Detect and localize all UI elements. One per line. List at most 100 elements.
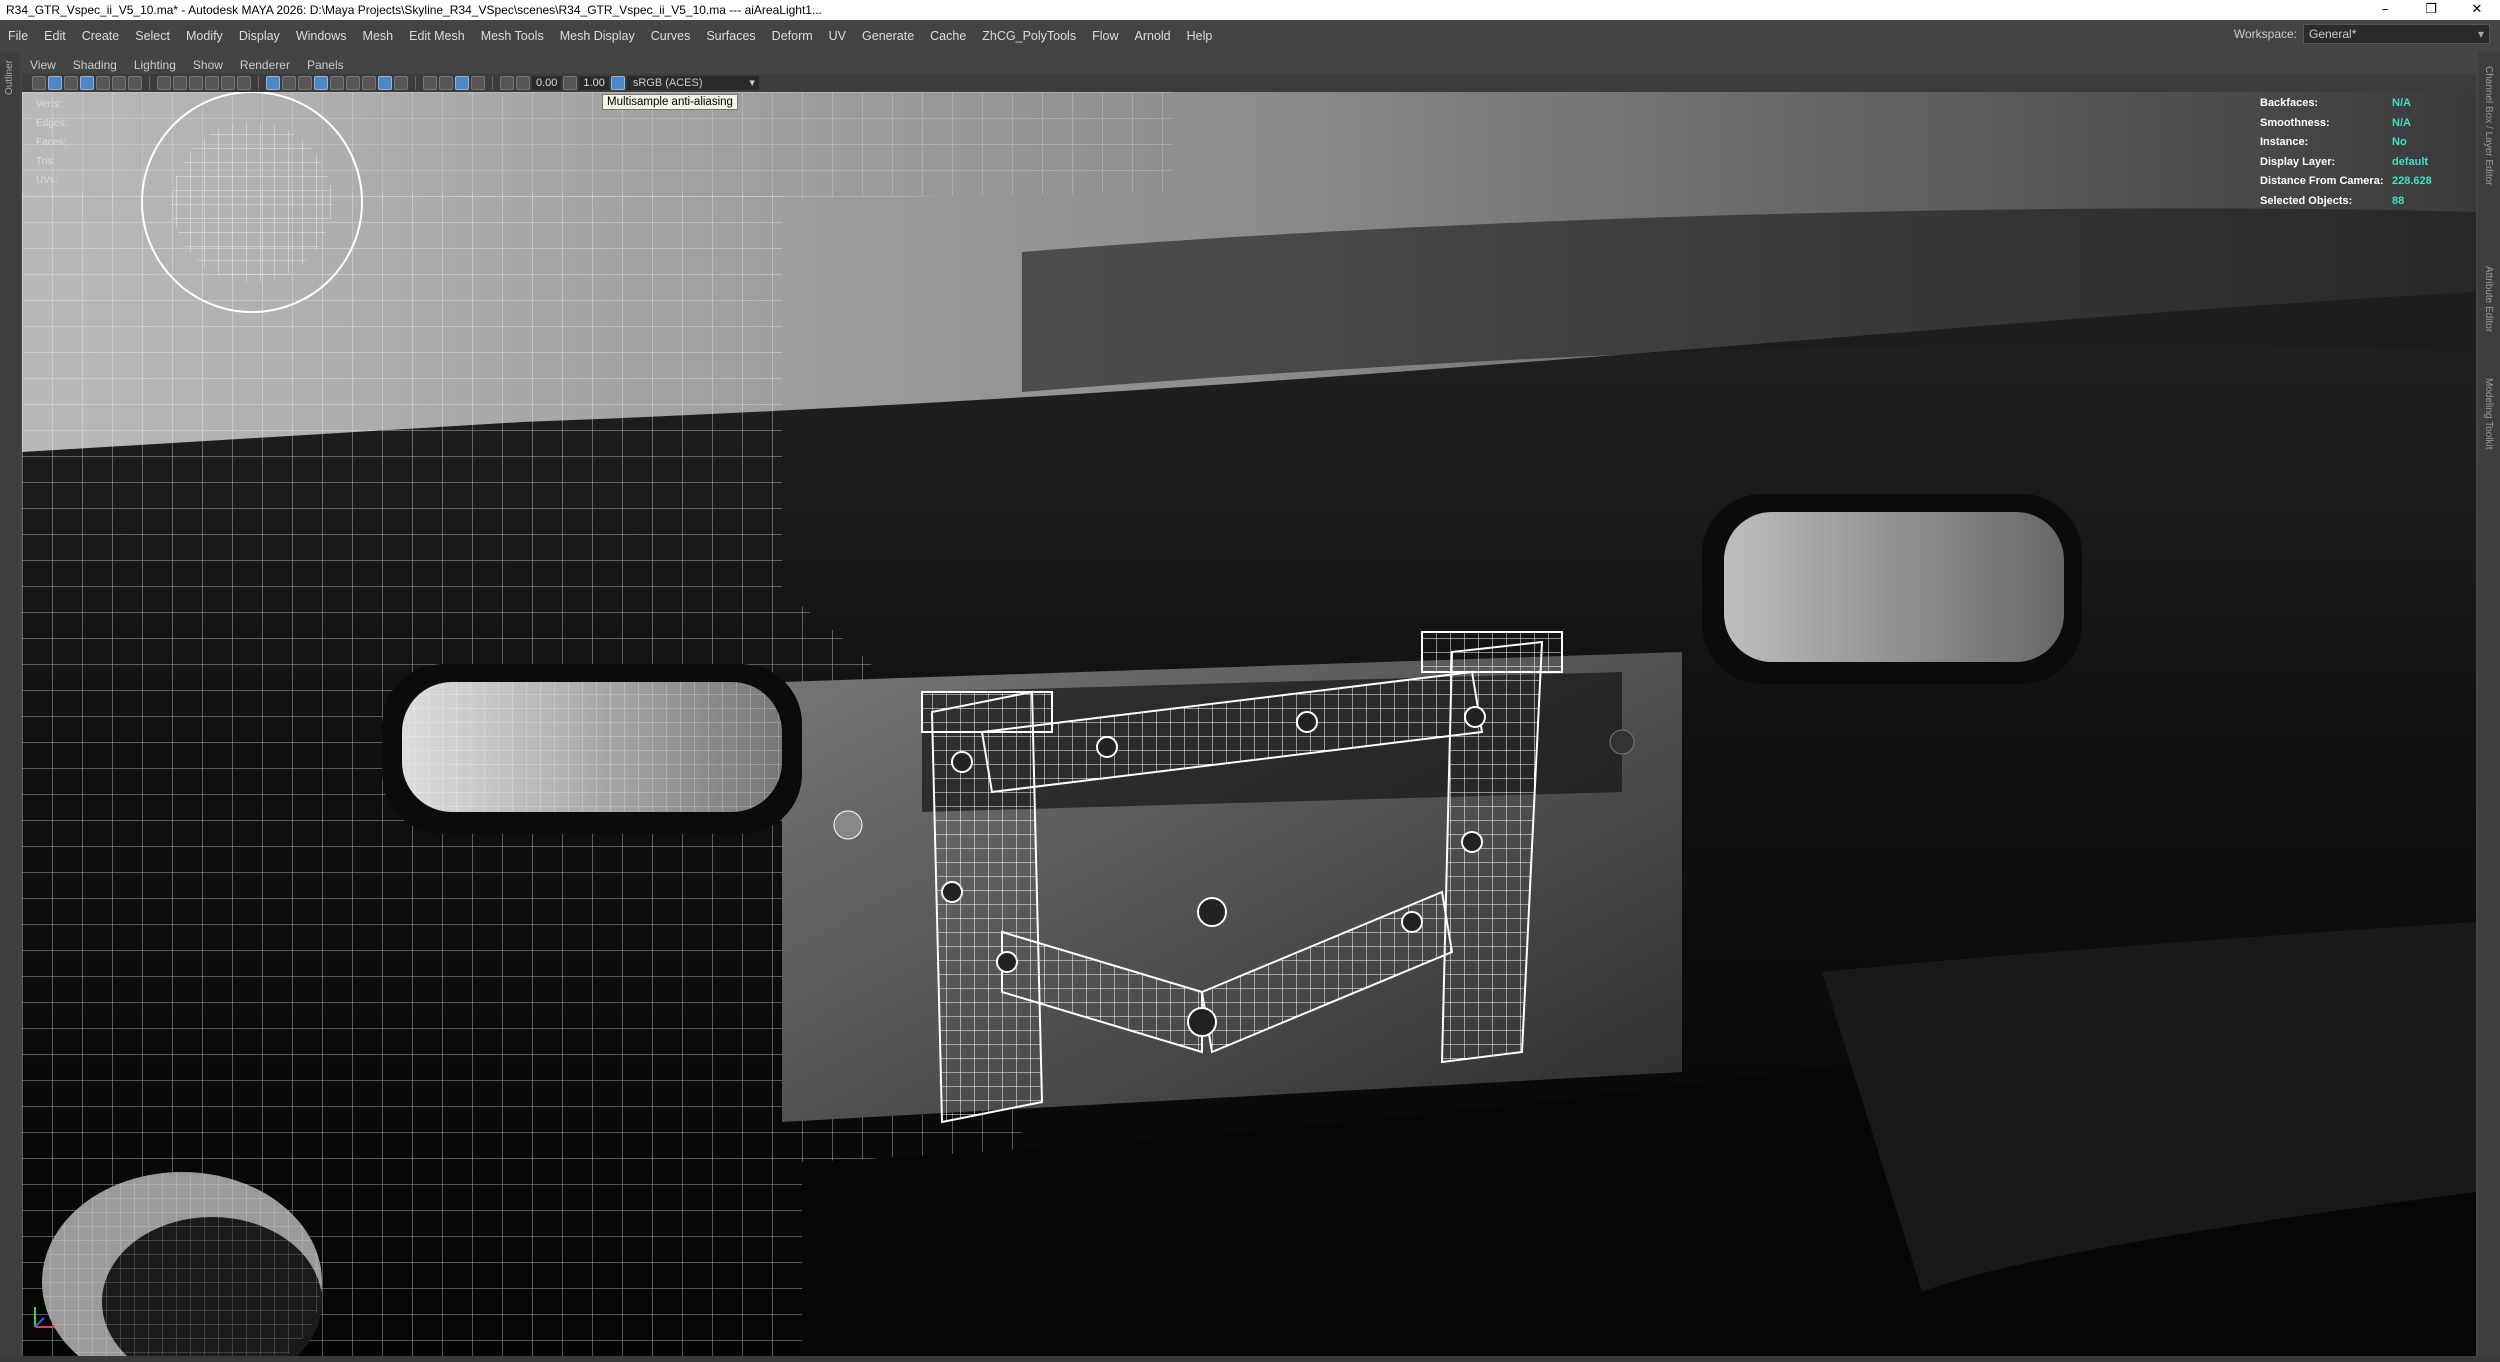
tail-light-mesh [172, 122, 332, 282]
wireframe-icon[interactable] [266, 76, 280, 90]
camera-attributes-icon[interactable] [48, 76, 62, 90]
hud-smoothness-value: N/A [2392, 116, 2411, 129]
toolbar-divider [415, 76, 416, 90]
depth-of-field-icon[interactable] [471, 76, 485, 90]
menu-uv[interactable]: UV [821, 29, 854, 43]
menu-edit[interactable]: Edit [36, 29, 74, 43]
panel-menu-bar: View Shading Lighting Show Renderer Panels [22, 56, 2476, 74]
channel-box-tab[interactable]: Channel Box / Layer Editor [2483, 66, 2494, 186]
close-button[interactable]: ✕ [2454, 0, 2500, 20]
view-transform-dropdown[interactable]: sRGB (ACES) [626, 76, 759, 90]
image-plane-icon[interactable] [80, 76, 94, 90]
panel-menu-lighting[interactable]: Lighting [126, 58, 185, 72]
right-tab-strip: Channel Box / Layer Editor Attribute Edi… [2478, 52, 2500, 1362]
smooth-shade-icon[interactable] [282, 76, 296, 90]
main-menu-bar: File Edit Create Select Modify Display Windows… [0, 22, 2500, 50]
select-camera-icon[interactable] [32, 76, 46, 90]
view-axis-icon [34, 1307, 55, 1328]
hud-distance-value: 228.628 [2392, 175, 2432, 187]
xray-icon[interactable] [378, 76, 392, 90]
menu-deform[interactable]: Deform [764, 29, 821, 43]
hud-distance-label: Distance From Camera: [2260, 175, 2384, 187]
menu-cache[interactable]: Cache [922, 29, 974, 43]
3d-viewport[interactable] [22, 92, 2476, 1356]
safe-action-icon[interactable] [189, 76, 203, 90]
bottom-edge [0, 1356, 2500, 1362]
menu-create[interactable]: Create [74, 29, 128, 43]
modeling-toolkit-tab[interactable]: Modeling Toolkit [2483, 378, 2494, 450]
hud-display-layer-value: default [2392, 155, 2429, 168]
hud-verts-label: Verts: [36, 99, 62, 110]
menu-mesh[interactable]: Mesh [355, 29, 402, 43]
grease-pencil-icon[interactable] [237, 76, 251, 90]
hud-tris-label: Tris: [36, 156, 56, 167]
minimize-button[interactable]: – [2362, 0, 2408, 20]
menu-surfaces[interactable]: Surfaces [698, 29, 763, 43]
shadows-icon[interactable] [362, 76, 376, 90]
menu-flow[interactable]: Flow [1084, 29, 1126, 43]
multisample-anti-aliasing-icon[interactable] [455, 76, 469, 90]
hud-backfaces-value: N/A [2392, 97, 2411, 109]
menu-help[interactable]: Help [1179, 29, 1221, 43]
menu-file[interactable]: File [0, 29, 36, 43]
panel-menu-shading[interactable]: Shading [65, 58, 126, 72]
isolate-select-icon[interactable] [500, 76, 514, 90]
menu-arnold[interactable]: Arnold [1127, 29, 1179, 43]
color-management-icon[interactable] [610, 76, 625, 90]
menu-edit-mesh[interactable]: Edit Mesh [401, 29, 473, 43]
menu-curves[interactable]: Curves [643, 29, 699, 43]
pan-zoom-icon[interactable] [221, 76, 235, 90]
bookmarks-icon[interactable] [64, 76, 78, 90]
exposure-field[interactable]: 0.00 [532, 76, 562, 90]
menu-select[interactable]: Select [127, 29, 178, 43]
object-details-hud: Backfaces: N/A Smoothness: N/A Instance: No… [2260, 94, 2432, 211]
use-all-lights-icon[interactable] [346, 76, 360, 90]
gate-mask-icon[interactable] [157, 76, 171, 90]
tooltip: Multisample anti-aliasing [602, 94, 738, 110]
menu-windows[interactable]: Windows [288, 29, 355, 43]
outliner-tab[interactable]: Outliner [4, 60, 15, 95]
left-lamp-wire [402, 682, 782, 812]
toolbar-divider [258, 76, 259, 90]
attribute-editor-tab[interactable]: Attribute Editor [2483, 266, 2494, 332]
textured-icon[interactable] [330, 76, 344, 90]
hud-faces-label: Faces: [36, 137, 67, 148]
panel-menu-renderer[interactable]: Renderer [232, 58, 299, 72]
hud-backfaces-label: Backfaces: [2260, 97, 2319, 109]
outliner-tab-strip: Outliner [0, 52, 20, 1362]
xray-joints-icon[interactable] [394, 76, 408, 90]
hud-uvs-label: UVs: [36, 175, 58, 186]
menu-display[interactable]: Display [231, 29, 288, 43]
hud-edges-label: Edges: [36, 118, 68, 129]
menu-mesh-tools[interactable]: Mesh Tools [473, 29, 552, 43]
field-chart-icon[interactable] [173, 76, 187, 90]
viewport-render [22, 92, 2476, 1356]
film-gate-icon[interactable] [112, 76, 126, 90]
bolt [1609, 729, 1635, 755]
hud-instance-value: No [2392, 136, 2407, 148]
safe-title-icon[interactable] [205, 76, 219, 90]
motion-blur-icon[interactable] [439, 76, 453, 90]
menu-modify[interactable]: Modify [178, 29, 231, 43]
grid-icon[interactable] [96, 76, 110, 90]
hud-selected-label: Selected Objects: [2260, 194, 2353, 207]
gamma-icon[interactable] [563, 76, 578, 90]
gamma-field[interactable]: 1.00 [579, 76, 609, 90]
exposure-icon[interactable] [516, 76, 530, 90]
toolbar-divider [149, 76, 150, 90]
workspace-dropdown[interactable]: General* [2303, 24, 2490, 44]
poly-count-hud: Verts: Edges: Faces: Tris: UVs: [36, 95, 74, 190]
default-material-icon[interactable] [298, 76, 312, 90]
panel-menu-panels[interactable]: Panels [299, 58, 353, 72]
maximize-button[interactable]: ❐ [2408, 0, 2454, 20]
menu-generate[interactable]: Generate [854, 29, 922, 43]
hud-smoothness-label: Smoothness: [2260, 116, 2330, 129]
resolution-gate-icon[interactable] [128, 76, 142, 90]
panel-menu-show[interactable]: Show [185, 58, 232, 72]
menu-zhcg-polytools[interactable]: ZhCG_PolyTools [974, 29, 1084, 43]
panel-toolbar: 0.00 1.00 sRGB (ACES) [22, 74, 2476, 92]
menu-mesh-display[interactable]: Mesh Display [552, 29, 643, 43]
wireframe-on-shaded-icon[interactable] [314, 76, 328, 90]
panel-menu-view[interactable]: View [22, 58, 65, 72]
ambient-occlusion-icon[interactable] [423, 76, 437, 90]
